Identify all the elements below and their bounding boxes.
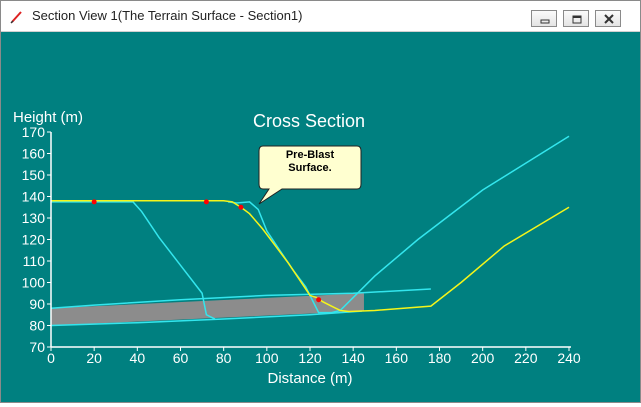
vertex-marker-2: [238, 204, 244, 210]
x-tick-label-0: 0: [47, 350, 55, 366]
restore-button[interactable]: [563, 10, 589, 27]
cross-section-plot: Cross Section Height (m) Distance (m) 02…: [1, 32, 640, 402]
close-button[interactable]: [595, 10, 621, 27]
section-view-window: Section View 1(The Terrain Surface - Sec…: [0, 0, 641, 403]
y-tick-label-80: 80: [29, 318, 45, 334]
y-tick-label-150: 150: [22, 167, 46, 183]
callout-line-1: Pre-Blast: [286, 149, 335, 161]
x-tick-label-200: 200: [471, 350, 495, 366]
y-tick-label-130: 130: [22, 210, 46, 226]
restore-icon: [572, 15, 582, 24]
y-tick-label-140: 140: [22, 189, 46, 205]
chart-title: Cross Section: [253, 111, 365, 131]
pencil-icon: [10, 10, 24, 24]
title-bar[interactable]: Section View 1(The Terrain Surface - Sec…: [1, 1, 640, 32]
x-tick-label-220: 220: [514, 350, 538, 366]
x-tick-label-60: 60: [173, 350, 189, 366]
vertex-marker-3: [316, 297, 322, 303]
y-tick-label-100: 100: [22, 275, 46, 291]
x-tick-label-240: 240: [557, 350, 581, 366]
x-axis-label: Distance (m): [267, 370, 352, 387]
close-icon: [604, 14, 614, 24]
x-tick-label-120: 120: [298, 350, 322, 366]
cyan-surface-line-0: [51, 201, 216, 320]
y-tick-label-90: 90: [29, 296, 45, 312]
vertex-marker-1: [203, 199, 209, 205]
x-tick-label-80: 80: [216, 350, 232, 366]
x-tick-label-20: 20: [86, 350, 102, 366]
y-tick-label-70: 70: [29, 339, 45, 355]
y-tick-label-110: 110: [23, 253, 46, 269]
minimize-icon: [540, 19, 550, 24]
y-tick-label-170: 170: [22, 124, 46, 140]
y-tick-label-120: 120: [22, 232, 46, 248]
minimize-button[interactable]: [531, 10, 557, 27]
x-tick-label-100: 100: [255, 350, 279, 366]
x-tick-label-40: 40: [130, 350, 146, 366]
yellow-surface-line-4: [51, 200, 570, 313]
y-tick-label-160: 160: [22, 146, 46, 162]
vertex-marker-0: [91, 199, 97, 205]
callout-line-2: Surface.: [288, 162, 331, 174]
x-tick-label-180: 180: [428, 350, 452, 366]
cross-section-chart: Cross Section Height (m) Distance (m) 02…: [13, 109, 581, 387]
pre-blast-callout: Pre-Blast Surface.: [258, 145, 362, 205]
x-tick-label-160: 160: [385, 350, 409, 366]
window-title: Section View 1(The Terrain Surface - Sec…: [32, 8, 303, 23]
x-tick-label-140: 140: [341, 350, 365, 366]
